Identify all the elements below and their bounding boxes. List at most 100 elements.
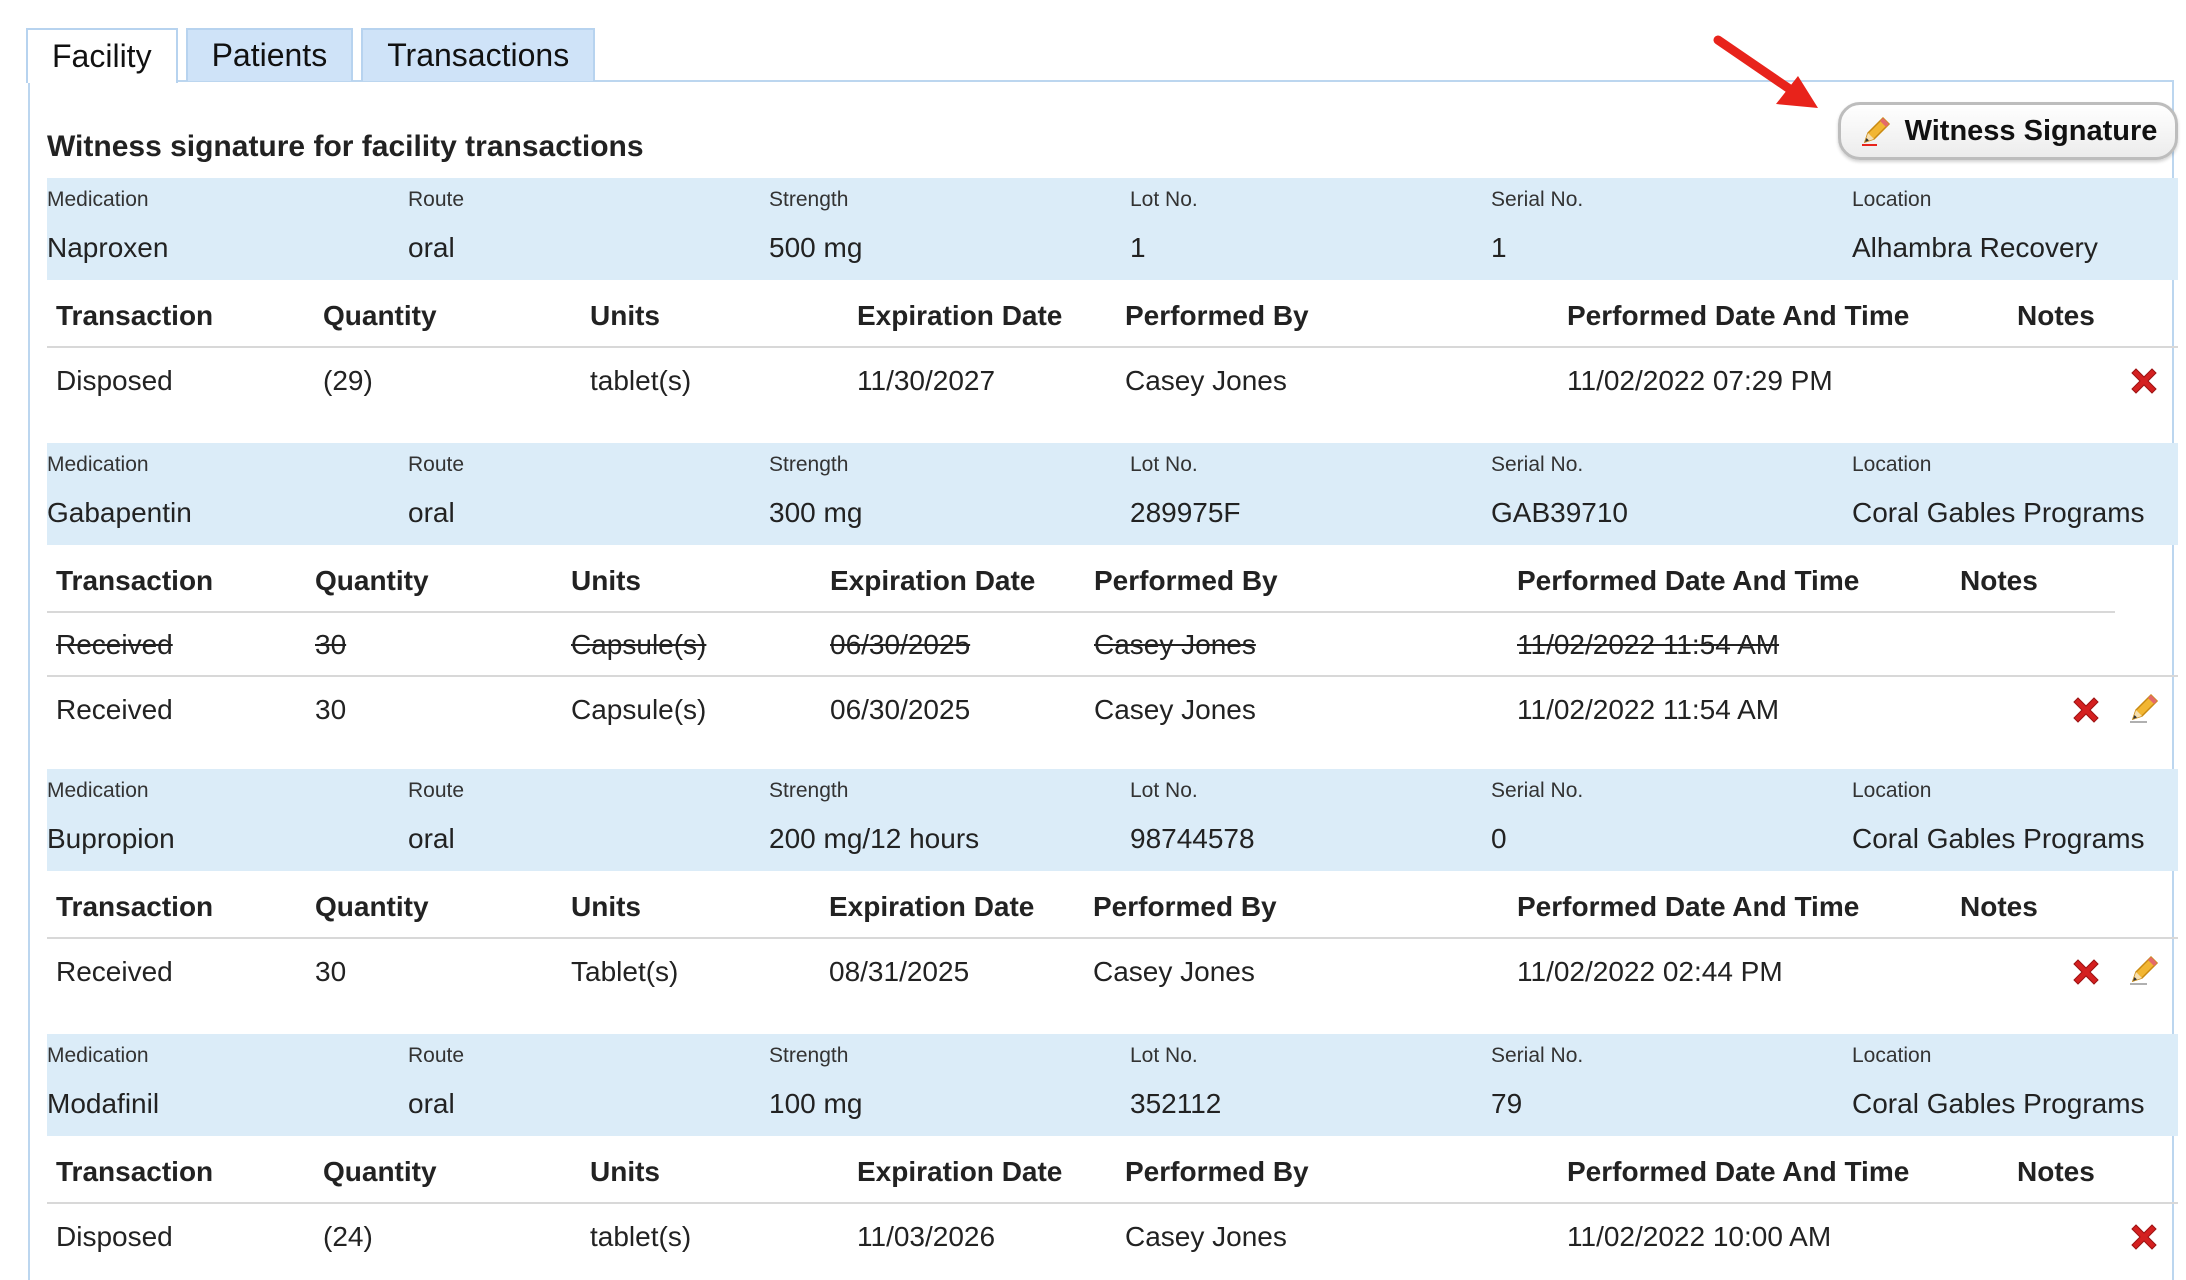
red-x-icon[interactable] — [2069, 693, 2103, 727]
col-transaction: Transaction — [56, 891, 214, 922]
medication-block: Medication Bupropion Route oral Strength 20… — [47, 769, 2178, 987]
pencil-icon — [1861, 116, 1890, 146]
route-value: oral — [408, 497, 455, 528]
col-transaction: Transaction — [56, 565, 214, 596]
table-row: Disposed (29) tablet(s) 11/30/2027 Casey… — [47, 350, 2178, 412]
performed-by-cell: Casey Jones — [1093, 956, 1255, 987]
quantity-cell: 30 — [315, 694, 347, 725]
route-value: oral — [408, 1088, 455, 1119]
quantity-cell: (29) — [323, 365, 373, 396]
red-x-icon[interactable] — [2069, 955, 2103, 989]
transaction-cell: Received — [56, 629, 173, 660]
medication-value: Naproxen — [47, 232, 169, 263]
units-cell: Tablet(s) — [571, 956, 679, 987]
col-quantity: Quantity — [315, 891, 429, 922]
table-row: Disposed (24) tablet(s) 11/03/2026 Casey… — [47, 1206, 2178, 1268]
medication-value: Modafinil — [47, 1088, 160, 1119]
col-units: Units — [590, 300, 660, 331]
lot-label: Lot No. — [1130, 188, 1198, 211]
tab-patients[interactable]: Patients — [185, 28, 354, 81]
tab-bar: Facility Patients Transactions — [26, 28, 596, 83]
col-performed-datetime: Performed Date And Time — [1567, 300, 1910, 331]
medication-block: Medication Gabapentin Route oral Strength 3… — [47, 443, 2178, 743]
pencil-icon[interactable] — [2127, 953, 2161, 987]
route-label: Route — [408, 188, 465, 211]
expiration-cell: 06/30/2025 — [830, 694, 971, 725]
performed-datetime-cell: 11/02/2022 10:00 AM — [1567, 1221, 1832, 1252]
col-notes: Notes — [1960, 891, 2038, 922]
performed-datetime-cell: 11/02/2022 02:44 PM — [1517, 956, 1783, 987]
transaction-header-row: Transaction Quantity Units Expiration Da… — [47, 877, 2178, 939]
location-value: Coral Gables Programs — [1852, 823, 2145, 854]
col-performed-datetime: Performed Date And Time — [1517, 565, 1860, 596]
quantity-cell: (24) — [323, 1221, 373, 1252]
performed-datetime-cell: 11/02/2022 11:54 AM — [1517, 694, 1780, 725]
col-units: Units — [571, 891, 641, 922]
units-cell: Capsule(s) — [571, 629, 707, 660]
location-label: Location — [1852, 1044, 1932, 1067]
medication-label: Medication — [47, 188, 149, 211]
table-row: Received 30 Tablet(s) 08/31/2025 Casey J… — [47, 941, 2178, 1003]
col-performed-datetime: Performed Date And Time — [1567, 1156, 1910, 1187]
units-cell: tablet(s) — [590, 365, 692, 396]
lot-value: 98744578 — [1130, 823, 1255, 854]
medication-info-band: Medication Bupropion Route oral Strength 20… — [47, 769, 2178, 871]
strength-value: 100 mg — [769, 1088, 863, 1119]
table-row: Received 30 Capsule(s) 06/30/2025 Casey … — [47, 615, 2178, 677]
performed-by-cell: Casey Jones — [1125, 1221, 1287, 1252]
strength-label: Strength — [769, 188, 849, 211]
tab-facility[interactable]: Facility — [26, 28, 178, 83]
serial-value: GAB39710 — [1491, 497, 1628, 528]
strength-value: 300 mg — [769, 497, 863, 528]
location-value: Coral Gables Programs — [1852, 1088, 2145, 1119]
medication-value: Bupropion — [47, 823, 175, 854]
expiration-cell: 11/30/2027 — [857, 365, 996, 396]
tab-transactions[interactable]: Transactions — [361, 28, 596, 81]
medication-label: Medication — [47, 779, 149, 802]
medication-info-band: Medication Naproxen Route oral Strength 500… — [47, 178, 2178, 280]
serial-label: Serial No. — [1491, 779, 1584, 802]
expiration-cell: 08/31/2025 — [829, 956, 970, 987]
col-performed-by: Performed By — [1125, 1156, 1309, 1187]
col-performed-datetime: Performed Date And Time — [1517, 891, 1860, 922]
route-value: oral — [408, 823, 455, 854]
strength-value: 200 mg/12 hours — [769, 823, 980, 854]
medication-value: Gabapentin — [47, 497, 192, 528]
lot-label: Lot No. — [1130, 779, 1198, 802]
medication-info-band: Medication Gabapentin Route oral Strength 3… — [47, 443, 2178, 545]
lot-value: 289975F — [1130, 497, 1241, 528]
expiration-cell: 06/30/2025 — [830, 629, 971, 660]
col-transaction: Transaction — [56, 300, 214, 331]
red-x-icon[interactable] — [2127, 364, 2161, 398]
col-quantity: Quantity — [323, 1156, 437, 1187]
page-title: Witness signature for facility transacti… — [47, 130, 644, 163]
strength-label: Strength — [769, 453, 849, 476]
col-units: Units — [571, 565, 641, 596]
col-expiration: Expiration Date — [829, 891, 1035, 922]
performed-datetime-cell: 11/02/2022 07:29 PM — [1567, 365, 1833, 396]
serial-value: 79 — [1491, 1088, 1523, 1119]
red-arrow-icon — [1713, 35, 1818, 108]
pencil-icon[interactable] — [2127, 691, 2161, 725]
route-value: oral — [408, 232, 455, 263]
strength-label: Strength — [769, 1044, 849, 1067]
witness-signature-button[interactable]: Witness Signature — [1838, 102, 2178, 160]
col-expiration: Expiration Date — [857, 300, 1063, 331]
route-label: Route — [408, 779, 465, 802]
medication-label: Medication — [47, 1044, 149, 1067]
serial-value: 0 — [1491, 823, 1507, 854]
expiration-cell: 11/03/2026 — [857, 1221, 996, 1252]
transaction-cell: Disposed — [56, 1221, 173, 1252]
quantity-cell: 30 — [315, 629, 347, 660]
medication-info-band: Medication Modafinil Route oral Strength 10… — [47, 1034, 2178, 1136]
lot-value: 352112 — [1130, 1088, 1222, 1119]
units-cell: Capsule(s) — [571, 694, 707, 725]
table-row: Received 30 Capsule(s) 06/30/2025 Casey … — [47, 679, 2178, 741]
transaction-cell: Received — [56, 956, 173, 987]
red-x-icon[interactable] — [2127, 1220, 2161, 1254]
route-label: Route — [408, 453, 465, 476]
col-performed-by: Performed By — [1094, 565, 1278, 596]
witness-signature-label: Witness Signature — [1904, 114, 2158, 147]
transaction-header-row: Transaction Quantity Units Expiration Da… — [47, 551, 2115, 613]
lot-label: Lot No. — [1130, 1044, 1198, 1067]
